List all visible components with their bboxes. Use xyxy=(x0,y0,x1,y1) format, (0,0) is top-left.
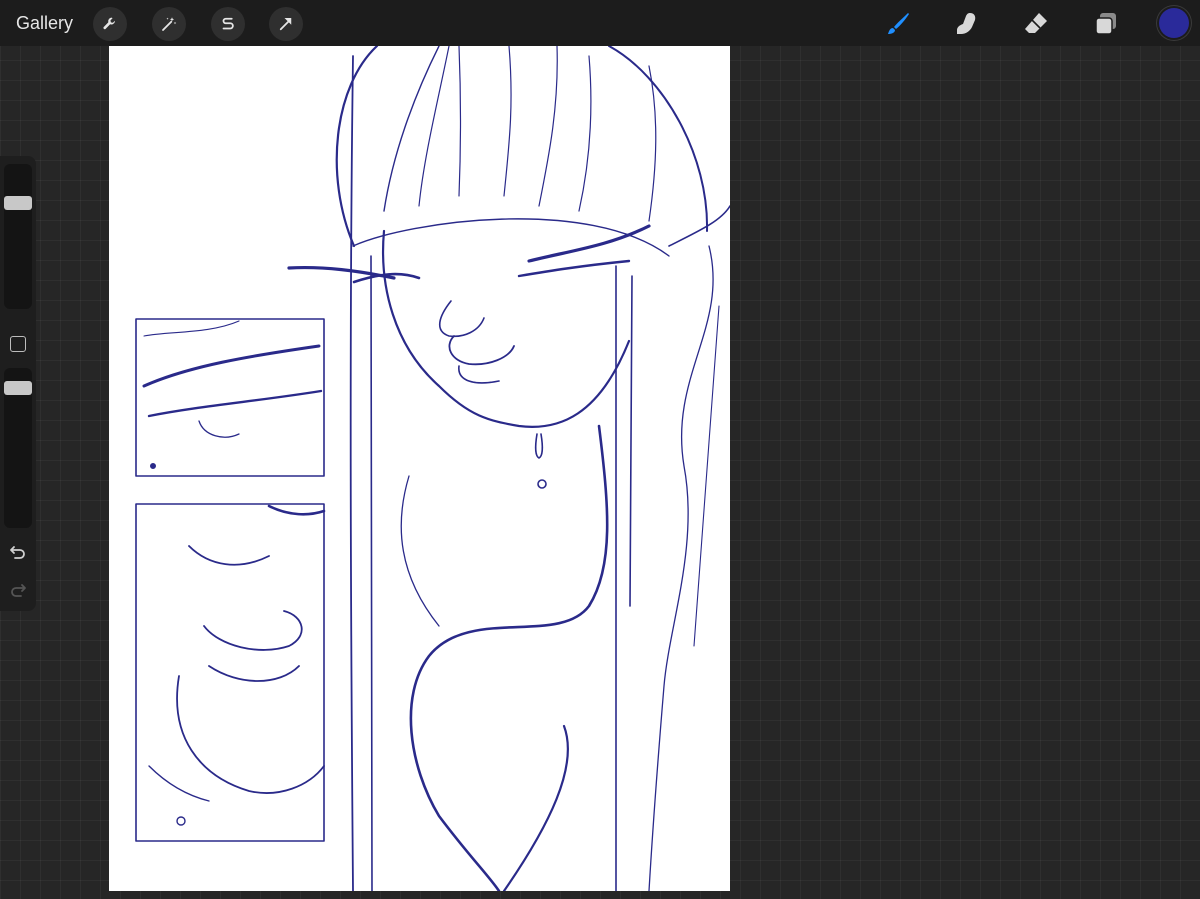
eraser-tool-button[interactable] xyxy=(1020,8,1052,40)
brush-icon xyxy=(888,13,909,34)
modify-button[interactable] xyxy=(10,336,26,352)
left-sidebar xyxy=(0,156,36,611)
smudge-tool-button[interactable] xyxy=(950,8,982,40)
brush-size-slider[interactable] xyxy=(4,164,32,309)
smudge-finger-icon xyxy=(957,13,976,34)
brush-tool-button[interactable] xyxy=(882,8,914,40)
transform-button[interactable] xyxy=(269,7,303,41)
eraser-icon xyxy=(1025,13,1047,33)
selection-button[interactable] xyxy=(211,7,245,41)
adjustments-button[interactable] xyxy=(152,7,186,41)
redo-icon xyxy=(11,584,26,597)
panel-lips-frame xyxy=(135,503,325,842)
redo-button[interactable] xyxy=(8,580,28,600)
drawing-canvas[interactable] xyxy=(109,46,730,891)
line-art-drawing xyxy=(135,46,730,891)
undo-button[interactable] xyxy=(8,542,28,562)
color-picker-swatch[interactable] xyxy=(1159,8,1189,38)
brush-opacity-thumb[interactable] xyxy=(4,381,32,395)
actions-button[interactable] xyxy=(93,7,127,41)
selection-s-icon xyxy=(222,17,234,30)
gallery-button[interactable]: Gallery xyxy=(16,12,73,34)
arrow-cursor-icon xyxy=(279,18,292,31)
brush-size-thumb[interactable] xyxy=(4,196,32,210)
layers-icon xyxy=(1095,13,1116,35)
top-toolbar: Gallery xyxy=(0,0,1200,46)
panel-eye-frame xyxy=(135,318,325,477)
magic-wand-icon xyxy=(162,17,177,31)
undo-icon xyxy=(10,546,25,559)
wrench-icon xyxy=(103,17,115,30)
layers-button[interactable] xyxy=(1090,8,1122,40)
